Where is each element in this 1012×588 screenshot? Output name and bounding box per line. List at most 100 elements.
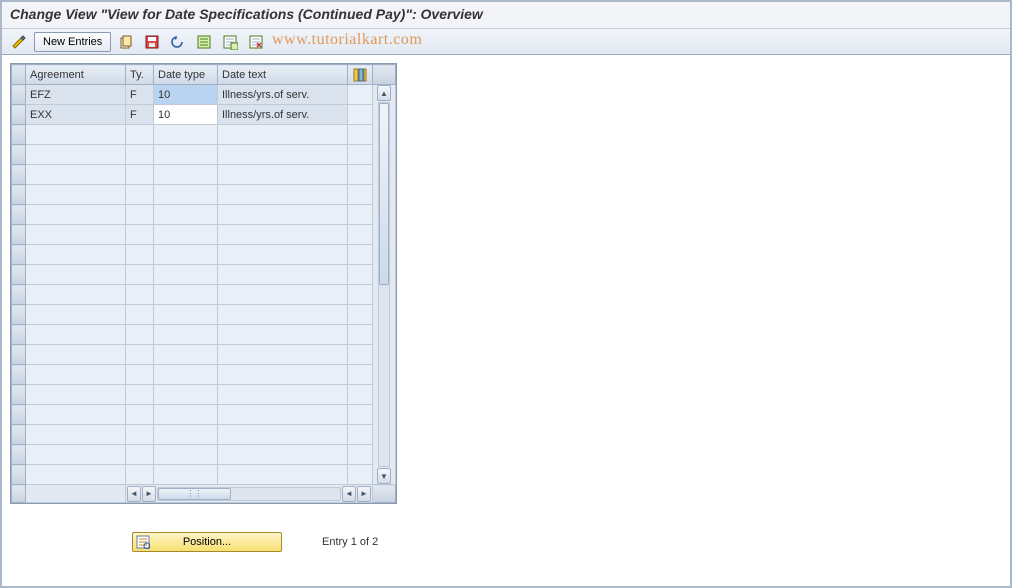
row-selector[interactable] [12,225,26,245]
cell-date-type[interactable] [154,265,218,285]
cell-date-text[interactable] [218,245,348,265]
cell-ty[interactable] [126,225,154,245]
cell-agreement[interactable]: EFZ [26,85,126,105]
cell-agreement[interactable] [26,325,126,345]
cell-ty[interactable] [126,205,154,225]
cell-date-text[interactable] [218,285,348,305]
cell-ty[interactable] [126,405,154,425]
vscroll-track[interactable] [378,102,390,467]
cell-date-text[interactable] [218,385,348,405]
cell-date-type[interactable] [154,325,218,345]
configure-columns-button[interactable] [348,65,373,85]
cell-date-type[interactable] [154,205,218,225]
cell-agreement[interactable] [26,285,126,305]
cell-date-type[interactable] [154,445,218,465]
cell-agreement[interactable]: EXX [26,105,126,125]
cell-date-text[interactable] [218,225,348,245]
cell-agreement[interactable] [26,165,126,185]
cell-ty[interactable] [126,465,154,485]
row-selector[interactable] [12,125,26,145]
cell-ty[interactable] [126,185,154,205]
cell-date-text[interactable] [218,145,348,165]
cell-date-text[interactable] [218,325,348,345]
col-header-date-type[interactable]: Date type [154,65,218,85]
save-icon[interactable] [141,32,163,52]
vscroll-down-icon[interactable]: ▼ [377,468,391,484]
row-selector[interactable] [12,185,26,205]
cell-date-type[interactable] [154,305,218,325]
cell-date-text[interactable] [218,165,348,185]
cell-date-type[interactable] [154,285,218,305]
cell-ty[interactable] [126,325,154,345]
cell-ty[interactable] [126,285,154,305]
cell-agreement[interactable] [26,205,126,225]
cell-date-text[interactable] [218,365,348,385]
cell-date-type[interactable]: 10 [154,105,218,125]
col-header-agreement[interactable]: Agreement [26,65,126,85]
delete-icon[interactable] [245,32,267,52]
row-selector[interactable] [12,405,26,425]
cell-agreement[interactable] [26,425,126,445]
cell-date-type[interactable] [154,245,218,265]
row-selector-header[interactable] [12,65,26,85]
hscroll-right2-icon[interactable]: ► [357,486,371,502]
undo-icon[interactable] [167,32,189,52]
vscroll-thumb[interactable] [379,103,389,285]
hscroll-left2-icon[interactable]: ◄ [342,486,356,502]
cell-date-text[interactable] [218,345,348,365]
toggle-edit-icon[interactable] [8,32,30,52]
hscroll-thumb[interactable]: ⋮⋮ [158,488,231,500]
col-header-ty[interactable]: Ty. [126,65,154,85]
row-selector[interactable] [12,205,26,225]
cell-date-text[interactable] [218,305,348,325]
row-selector[interactable] [12,325,26,345]
cell-agreement[interactable] [26,265,126,285]
cell-date-type[interactable] [154,225,218,245]
cell-agreement[interactable] [26,385,126,405]
cell-agreement[interactable] [26,185,126,205]
cell-agreement[interactable] [26,465,126,485]
cell-date-type[interactable] [154,405,218,425]
cell-date-text[interactable] [218,425,348,445]
cell-agreement[interactable] [26,225,126,245]
cell-agreement[interactable] [26,305,126,325]
cell-date-type[interactable] [154,425,218,445]
row-selector[interactable] [12,385,26,405]
row-selector[interactable] [12,245,26,265]
cell-agreement[interactable] [26,365,126,385]
cell-ty[interactable] [126,305,154,325]
cell-ty[interactable] [126,165,154,185]
cell-agreement[interactable] [26,145,126,165]
cell-ty[interactable] [126,265,154,285]
cell-date-text[interactable] [218,205,348,225]
cell-ty[interactable] [126,245,154,265]
cell-agreement[interactable] [26,245,126,265]
col-header-date-text[interactable]: Date text [218,65,348,85]
position-button[interactable]: Position... [132,532,282,552]
row-selector[interactable] [12,145,26,165]
hscroll-left-icon[interactable]: ◄ [127,486,141,502]
cell-date-text[interactable] [218,465,348,485]
cell-agreement[interactable] [26,445,126,465]
cell-date-type[interactable] [154,465,218,485]
cell-ty[interactable] [126,125,154,145]
row-selector[interactable] [12,305,26,325]
cell-date-type[interactable]: 10 [154,85,218,105]
cell-ty[interactable] [126,445,154,465]
row-selector[interactable] [12,265,26,285]
cell-ty[interactable] [126,365,154,385]
cell-date-text[interactable] [218,185,348,205]
cell-date-text[interactable] [218,125,348,145]
row-selector[interactable] [12,365,26,385]
cell-date-text[interactable]: Illness/yrs.of serv. [218,105,348,125]
cell-agreement[interactable] [26,125,126,145]
row-selector[interactable] [12,105,26,125]
copy-icon[interactable] [115,32,137,52]
cell-date-type[interactable] [154,385,218,405]
cell-date-type[interactable] [154,125,218,145]
row-selector[interactable] [12,285,26,305]
cell-date-text[interactable] [218,445,348,465]
cell-ty[interactable] [126,385,154,405]
cell-ty[interactable] [126,145,154,165]
row-selector[interactable] [12,445,26,465]
